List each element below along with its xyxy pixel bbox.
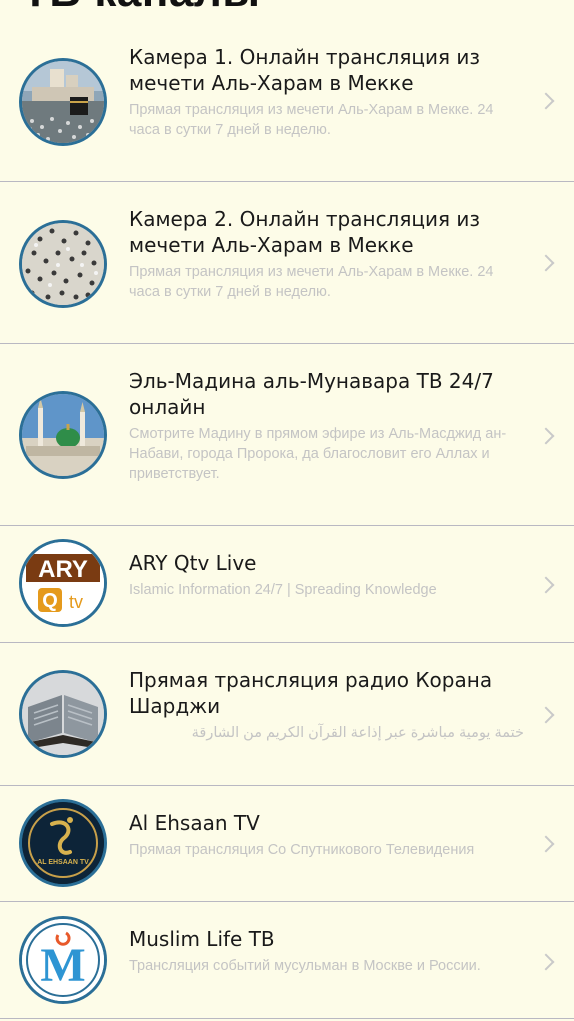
svg-text:M: M (40, 939, 85, 992)
chevron-right-icon (537, 427, 555, 445)
channel-item[interactable]: ARY Q tv ARY Qtv Live Islamic Informatio… (0, 526, 574, 643)
channel-subtitle: ختمة يومية مباشرة عبر إذاعة القرآن الكري… (191, 725, 524, 741)
chevron-right-icon (537, 706, 555, 724)
channel-subtitle: Трансляция событий мусульман в Москве и … (129, 958, 481, 974)
channel-title: ARY Qtv Live (129, 551, 257, 575)
chevron-right-icon (537, 576, 555, 594)
channel-subtitle: Прямая трансляция Со Спутникового Телеви… (129, 842, 475, 858)
svg-text:tv: tv (69, 592, 83, 612)
svg-text:AL EHSAAN TV: AL EHSAAN TV (37, 859, 89, 866)
chevron-right-icon (537, 835, 555, 853)
svg-text:ARY: ARY (38, 556, 88, 583)
kaaba-thumbnail-icon (22, 61, 104, 143)
channel-item[interactable]: M Muslim Life ТВ Трансляция событий мусу… (0, 902, 574, 1019)
channel-item[interactable]: AL EHSAAN TV Al Ehsaan TV Прямая трансля… (0, 786, 574, 902)
channel-subtitle: Islamic Information 24/7 | Spreading Kno… (129, 582, 437, 598)
channel-item[interactable]: Прямая трансляция радио Корана Шарджи خت… (0, 643, 574, 786)
medina-mosque-thumbnail-icon (22, 394, 104, 476)
chevron-right-icon (537, 92, 555, 110)
svg-text:Q: Q (42, 590, 58, 612)
channel-title: Камера 1. Онлайн трансляция из мечети Ал… (129, 45, 481, 95)
channel-item[interactable]: Камера 1. Онлайн трансляция из мечети Ал… (0, 0, 574, 182)
channel-subtitle: Смотрите Мадину в прямом эфире из Аль-Ма… (129, 426, 507, 482)
channel-subtitle: Прямая трансляция из мечети Аль-Харам в … (129, 102, 494, 138)
quran-book-thumbnail-icon (22, 673, 104, 755)
chevron-right-icon (537, 254, 555, 272)
crowd-thumbnail-icon (22, 223, 104, 305)
channel-title: Камера 2. Онлайн трансляция из мечети Ал… (129, 207, 481, 257)
channel-title: Al Ehsaan TV (129, 811, 260, 835)
al-ehsaan-logo-icon: AL EHSAAN TV (22, 802, 104, 884)
channel-item[interactable]: Камера 2. Онлайн трансляция из мечети Ал… (0, 182, 574, 344)
channel-item[interactable]: Эль-Мадина аль-Мунавара ТВ 24/7 онлайн С… (0, 344, 574, 526)
muslim-life-logo-icon: M (22, 919, 104, 1001)
ary-qtv-logo-icon: ARY Q tv (22, 542, 104, 624)
channel-title: Muslim Life ТВ (129, 927, 275, 951)
channel-title: Эль-Мадина аль-Мунавара ТВ 24/7 онлайн (129, 369, 494, 419)
channel-title: Прямая трансляция радио Корана Шарджи (129, 668, 493, 718)
channel-subtitle: Прямая трансляция из мечети Аль-Харам в … (129, 264, 494, 300)
chevron-right-icon (537, 953, 555, 971)
